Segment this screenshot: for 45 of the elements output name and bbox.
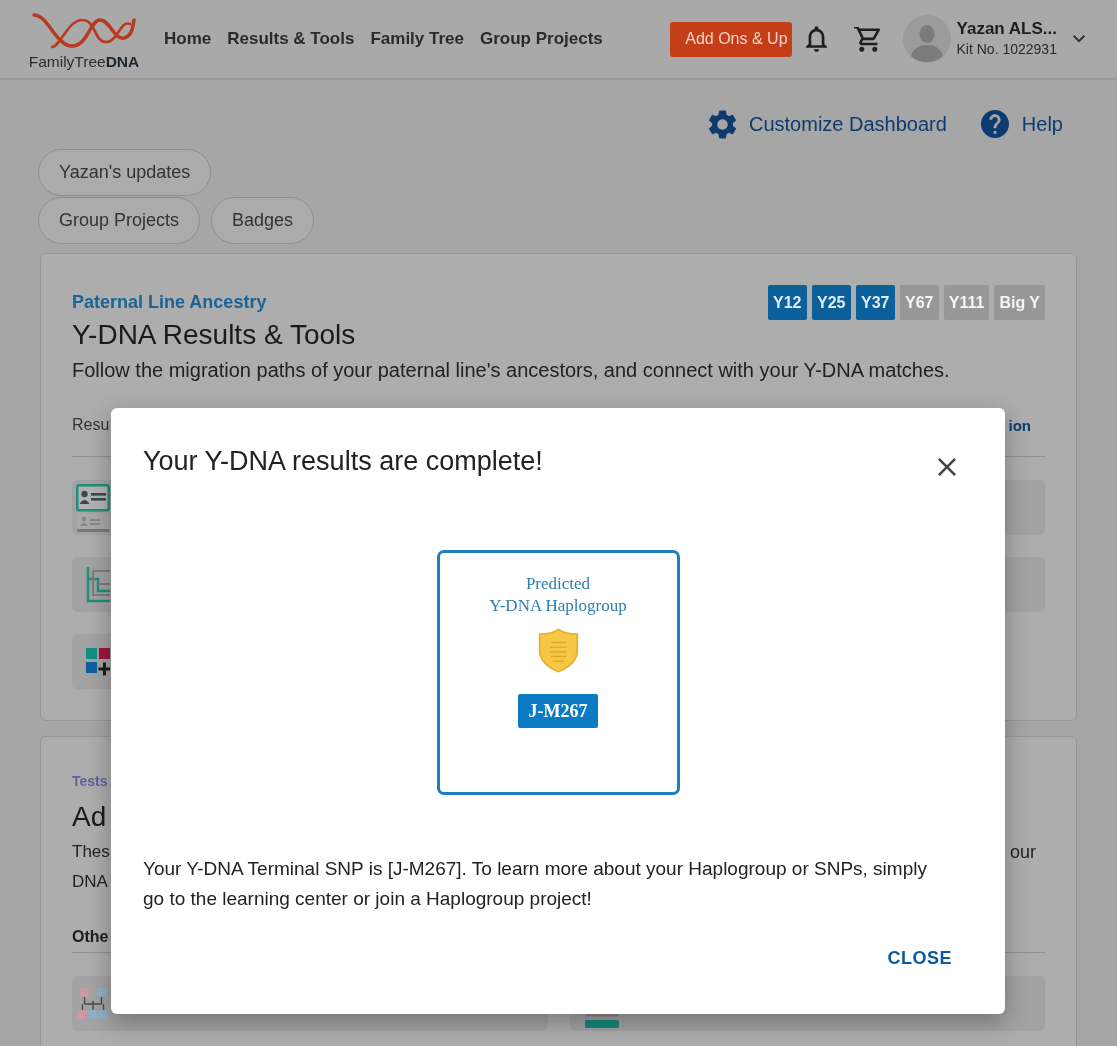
card-eyebrow: Tests — [72, 772, 108, 791]
close-button[interactable]: CLOSE — [875, 940, 964, 977]
user-name[interactable]: Yazan ALS... — [956, 18, 1057, 39]
logo-text[interactable]: FamilyTreeDNA — [28, 52, 140, 71]
org-chart-icon — [78, 985, 108, 1022]
filter-chip[interactable]: Yazan's updates — [38, 149, 212, 196]
close-icon[interactable] — [938, 458, 956, 476]
nav-link[interactable]: Home — [164, 29, 212, 49]
description-text: Thes — [72, 842, 110, 862]
bell-icon[interactable] — [805, 26, 827, 52]
shield-icon — [537, 628, 579, 673]
tree-icon — [86, 566, 110, 603]
cart-icon[interactable] — [853, 26, 880, 52]
add-ons-button[interactable]: Add Ons & Up — [670, 21, 792, 57]
squares-plus-icon — [86, 647, 110, 676]
card-heading: Y-DNA Haplogroup — [489, 595, 627, 617]
card-title: Y-DNA Results & Tools — [72, 320, 356, 350]
chevron-down-icon[interactable] — [1073, 35, 1085, 43]
gear-icon[interactable] — [709, 109, 736, 139]
id-card-icon — [76, 483, 110, 532]
dialog-title: Your Y-DNA results are complete! — [143, 446, 543, 476]
test-level-badge[interactable]: Y37 — [855, 285, 895, 320]
section-heading: Othe — [72, 928, 109, 946]
card-eyebrow: Paternal Line Ancestry — [72, 292, 267, 313]
test-level-badge[interactable]: Y12 — [767, 285, 807, 320]
nav-link[interactable]: Group Projects — [480, 29, 603, 49]
section-heading: Resu — [72, 416, 110, 434]
section-link[interactable]: ion — [1008, 416, 1031, 434]
haplogroup-badge: J-M267 — [517, 694, 599, 728]
help-icon[interactable] — [980, 110, 1009, 138]
description-text: DNA — [72, 872, 108, 892]
filter-chip[interactable]: Group Projects — [38, 197, 201, 244]
kit-number: Kit No. 1022931 — [956, 40, 1057, 59]
nav-link[interactable]: Family Tree — [370, 29, 464, 49]
card-title: Ad — [72, 802, 107, 832]
dialog-message: Your Y-DNA Terminal SNP is [J-M267]. To learn more about your Haplogroup or SNPs, simply go to the learning center or join a Haplogroup project! — [142, 857, 928, 911]
help-link[interactable]: Help — [980, 110, 1063, 138]
filter-chip[interactable]: Badges — [211, 197, 315, 244]
list-icon — [584, 1014, 619, 1028]
card-description: Follow the migration paths of your paternal line's ancestors, and connect with your Y-DNA matches. — [72, 358, 950, 383]
test-level-badge[interactable]: Y25 — [811, 285, 851, 320]
nav-link[interactable]: Results & Tools — [227, 29, 355, 49]
description-text: our — [1010, 841, 1036, 863]
card-heading: Predicted — [525, 573, 591, 595]
customize-dashboard-link[interactable]: Customize Dashboard — [709, 109, 947, 139]
